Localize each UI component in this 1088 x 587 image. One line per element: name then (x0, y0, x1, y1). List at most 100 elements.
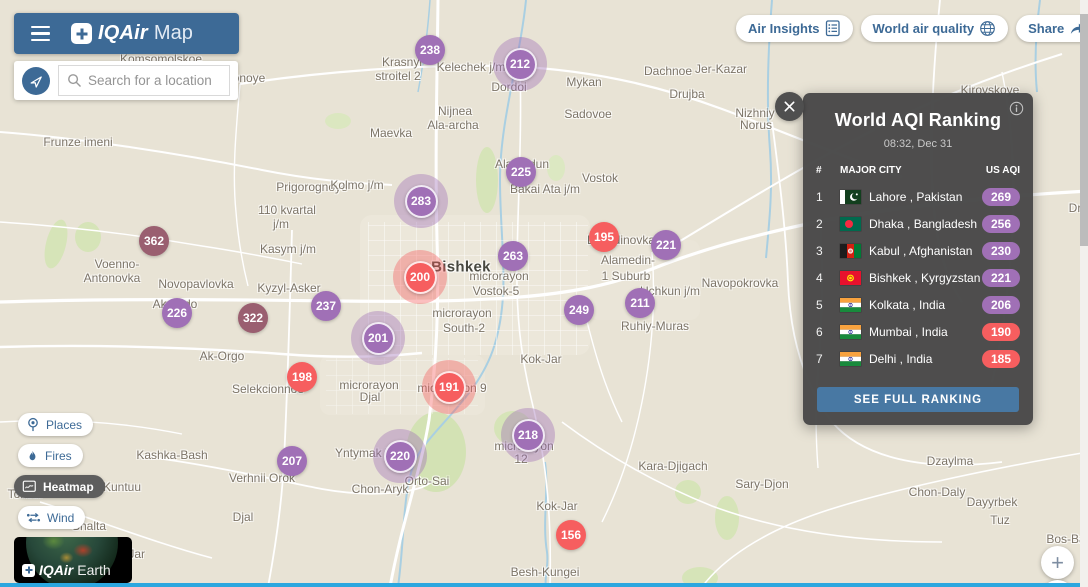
aqi-marker-value: 195 (589, 222, 619, 252)
search-input[interactable]: Search for a location (58, 65, 230, 96)
aqi-marker[interactable]: 218 (501, 408, 555, 462)
map-label: j/m (273, 217, 289, 231)
aqi-badge: 206 (982, 296, 1020, 314)
aqi-badge: 230 (982, 242, 1020, 260)
ranking-row[interactable]: 6Mumbai , India190 (816, 318, 1020, 345)
map-label: Maevka (370, 126, 412, 140)
map-label: Jer-Kazar (695, 62, 747, 76)
aqi-column-header: US AQI (986, 165, 1020, 176)
aqi-marker-value: 226 (162, 298, 192, 328)
places-layer-button[interactable]: Places (18, 413, 93, 436)
world-air-quality-label: World air quality (873, 21, 975, 36)
map-label: Kuntuu (103, 480, 141, 494)
iqair-earth-promo[interactable]: IQAir Earth (14, 537, 132, 583)
fires-layer-button[interactable]: Fires (18, 444, 83, 467)
scrollbar-track[interactable] (1080, 0, 1088, 587)
aqi-marker-value: 249 (564, 295, 594, 325)
rank-number: 1 (816, 190, 840, 204)
zoom-in-button[interactable]: + (1041, 546, 1074, 579)
logo-product-text: Map (154, 22, 193, 45)
aqi-badge: 221 (982, 269, 1020, 287)
aqi-marker-value: 263 (498, 241, 528, 271)
aqi-badge: 190 (982, 323, 1020, 341)
ranking-row[interactable]: 4Bishkek , Kyrgyzstan221 (816, 264, 1020, 291)
logo-brand-text: IQAir (98, 22, 148, 45)
rank-number: 3 (816, 244, 840, 258)
ranking-table-header: # MAJOR CITY US AQI (816, 165, 1020, 176)
aqi-marker[interactable]: 263 (498, 241, 528, 271)
list-report-icon (825, 20, 841, 37)
aqi-marker[interactable]: 200 (393, 250, 447, 304)
ranking-row[interactable]: 2Dhaka , Bangladesh256 (816, 210, 1020, 237)
aqi-marker[interactable]: 225 (506, 157, 536, 187)
map-label: stroitel 2 (375, 69, 420, 83)
aqi-marker-value: 218 (512, 419, 545, 452)
city-name: Bishkek , Kyrgyzstan (869, 271, 982, 285)
aqi-marker[interactable]: 226 (162, 298, 192, 328)
ranking-row[interactable]: 1Lahore , Pakistan269 (816, 183, 1020, 210)
map-label: Dachnoe (644, 64, 692, 78)
country-flag-icon (840, 271, 861, 285)
map-label: Ak-Orgo (200, 349, 245, 363)
map-label: Vostok-5 (473, 284, 520, 298)
country-flag-icon (840, 244, 861, 258)
aqi-marker[interactable]: 322 (238, 303, 268, 333)
map-label: Alamedin- (601, 253, 655, 267)
map-label: Nijnea (438, 104, 472, 118)
aqi-marker[interactable]: 237 (311, 291, 341, 321)
close-ranking-button[interactable] (775, 92, 804, 121)
heatmap-layer-button[interactable]: Heatmap (14, 475, 105, 498)
aqi-marker-value: 221 (651, 230, 681, 260)
map-label: Frunze imeni (43, 135, 112, 149)
aqi-marker[interactable]: 201 (351, 311, 405, 365)
aqi-marker[interactable]: 191 (422, 360, 476, 414)
scrollbar-thumb[interactable] (1080, 14, 1088, 246)
ranking-row[interactable]: 3 Kabul , Afghanistan230 (816, 237, 1020, 264)
rank-column-header: # (816, 165, 840, 176)
flame-icon (26, 449, 39, 463)
map-label: Chon-Aryk (352, 482, 409, 496)
menu-button[interactable] (31, 26, 50, 41)
aqi-marker[interactable]: 283 (394, 174, 448, 228)
map-label: Sary-Djon (735, 477, 788, 491)
air-insights-button[interactable]: Air Insights (736, 15, 853, 42)
map-label: Djal (360, 390, 381, 404)
aqi-marker-value: 322 (238, 303, 268, 333)
aqi-marker[interactable]: 156 (556, 520, 586, 550)
aqi-marker[interactable]: 221 (651, 230, 681, 260)
see-full-ranking-button[interactable]: SEE FULL RANKING (817, 387, 1019, 412)
aqi-marker[interactable]: 212 (493, 37, 547, 91)
aqi-marker[interactable]: 211 (625, 288, 655, 318)
info-icon[interactable] (1009, 101, 1024, 121)
bottom-accent-bar (0, 583, 1088, 587)
aqi-marker[interactable]: 195 (589, 222, 619, 252)
ranking-rows: 1Lahore , Pakistan2692Dhaka , Bangladesh… (803, 183, 1033, 372)
aqi-marker[interactable]: 238 (415, 35, 445, 65)
rank-number: 2 (816, 217, 840, 231)
city-column-header: MAJOR CITY (840, 165, 986, 176)
ranking-row[interactable]: 5Kolkata , India206 (816, 291, 1020, 318)
map-label: microrayon (432, 306, 491, 320)
country-flag-icon (840, 325, 861, 339)
aqi-badge: 185 (982, 350, 1020, 368)
aqi-marker[interactable]: 198 (287, 362, 317, 392)
aqi-marker[interactable]: 207 (277, 446, 307, 476)
aqi-marker[interactable]: 362 (139, 226, 169, 256)
aqi-marker[interactable]: 249 (564, 295, 594, 325)
aqi-badge: 256 (982, 215, 1020, 233)
map-label: Ruhiy-Muras (621, 319, 689, 333)
ranking-row[interactable]: 7Delhi , India185 (816, 345, 1020, 372)
aqi-marker[interactable]: 220 (373, 429, 427, 483)
aqi-marker-value: 200 (404, 261, 437, 294)
rank-number: 6 (816, 325, 840, 339)
map-label: Kashka-Bash (136, 448, 207, 462)
map-label: Chon-Daly (909, 485, 966, 499)
share-button[interactable]: Share (1016, 15, 1088, 42)
wind-layer-button[interactable]: Wind (18, 506, 85, 529)
heatmap-label: Heatmap (43, 480, 94, 494)
locate-button[interactable] (22, 67, 50, 95)
map-label: Drujba (669, 87, 704, 101)
wind-label: Wind (47, 511, 74, 525)
world-air-quality-button[interactable]: World air quality (861, 15, 1009, 42)
city-name: Kabul , Afghanistan (869, 244, 982, 258)
